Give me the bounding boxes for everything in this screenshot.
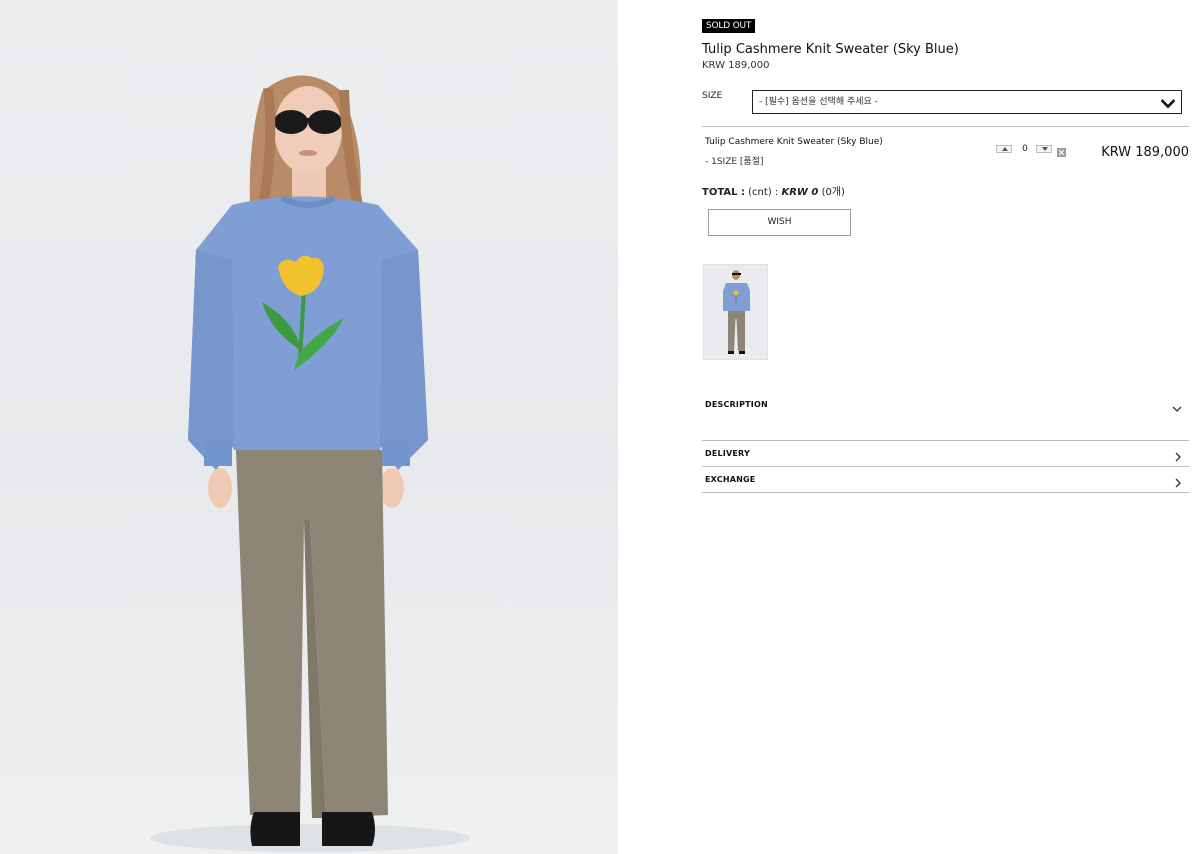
- total-amount: KRW 0: [781, 187, 819, 198]
- chevron-down-icon: [1171, 399, 1183, 418]
- total-count-note: (cnt) :: [748, 187, 779, 198]
- divider: [702, 492, 1189, 493]
- accordion-label: DELIVERY: [705, 449, 750, 458]
- product-price: KRW 189,000: [702, 60, 770, 71]
- caret-down-icon: [1042, 147, 1048, 151]
- accordion-label: EXCHANGE: [705, 475, 756, 484]
- product-thumbnail[interactable]: [703, 264, 768, 360]
- quantity-value[interactable]: 0: [1020, 144, 1030, 154]
- product-main-image: [0, 0, 618, 854]
- selected-item-option: - 1SIZE [품절]: [705, 157, 764, 167]
- selected-item-price: KRW 189,000: [1101, 145, 1189, 160]
- total-count: (0개): [821, 187, 845, 198]
- total-label: TOTAL :: [702, 187, 745, 198]
- accordion-delivery[interactable]: DELIVERY: [702, 441, 1189, 467]
- size-select-value: - [필수] 옵션을 선택해 주세요 -: [759, 97, 878, 107]
- wish-button[interactable]: WISH: [708, 209, 851, 236]
- close-icon: [1058, 149, 1065, 156]
- remove-item-button[interactable]: [1057, 148, 1066, 157]
- model-wearing-sweater-illustration: [150, 75, 470, 852]
- accordion-exchange[interactable]: EXCHANGE: [702, 467, 1189, 493]
- product-title: Tulip Cashmere Knit Sweater (Sky Blue): [702, 42, 959, 57]
- chevron-right-icon: [1173, 448, 1183, 467]
- thumbnail-model-illustration: [704, 265, 767, 359]
- chevron-right-icon: [1173, 474, 1183, 493]
- accordion-label: DESCRIPTION: [705, 400, 768, 409]
- sold-out-badge: SOLD OUT: [702, 19, 756, 33]
- size-select[interactable]: - [필수] 옵션을 선택해 주세요 -: [752, 90, 1182, 114]
- size-label: SIZE: [702, 91, 723, 101]
- accordion-description[interactable]: DESCRIPTION: [702, 392, 1189, 418]
- product-info-panel: SOLD OUT Tulip Cashmere Knit Sweater (Sk…: [702, 0, 1189, 854]
- quantity-decrease-button[interactable]: [1036, 145, 1052, 153]
- total-summary: TOTAL : (cnt) : KRW 0 (0개): [702, 183, 845, 198]
- chevron-down-icon: [1160, 96, 1176, 118]
- quantity-increase-button[interactable]: [996, 145, 1012, 153]
- caret-up-icon: [1002, 147, 1008, 151]
- selected-item-name: Tulip Cashmere Knit Sweater (Sky Blue): [705, 137, 883, 147]
- divider: [702, 126, 1189, 127]
